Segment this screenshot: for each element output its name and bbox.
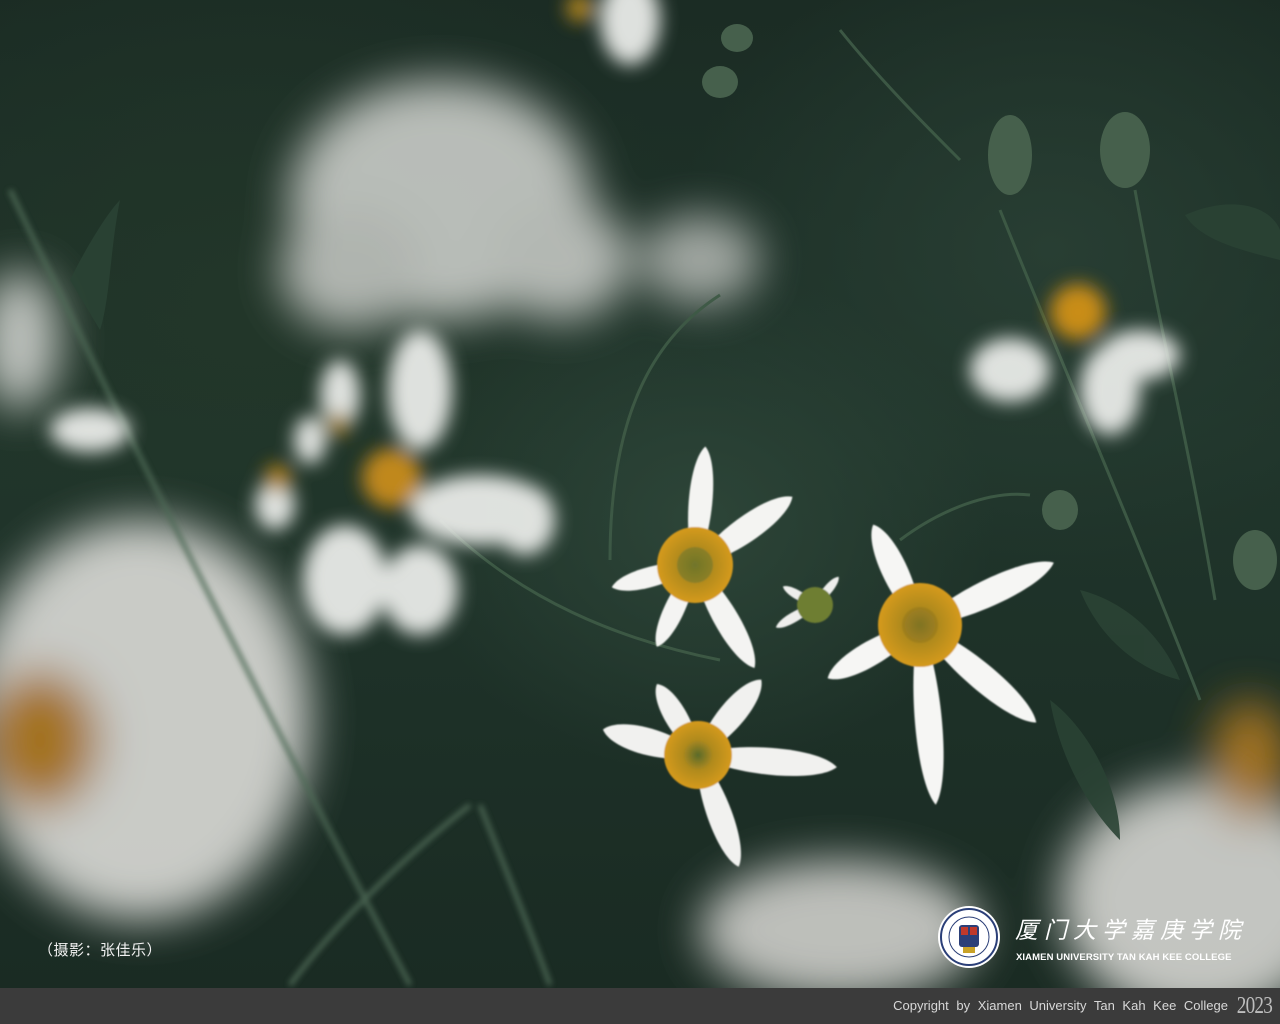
- wallpaper-photo: （摄影：张佳乐） 厦门大学嘉庚学院 XIAMEN UNIVERSITY TAN …: [0, 0, 1280, 988]
- college-brand: 厦门大学嘉庚学院 XIAMEN UNIVERSITY TAN KAH KEE C…: [937, 905, 1247, 969]
- copyright-year: 2023: [1236, 993, 1273, 1019]
- copyright-footer-bar: Copyright by Xiamen University Tan Kah K…: [0, 988, 1280, 1024]
- college-name-chinese: 厦门大学嘉庚学院: [1015, 918, 1247, 944]
- copyright-text: Copyright by Xiamen University Tan Kah K…: [893, 998, 1228, 1013]
- college-seal-icon: [938, 906, 1000, 968]
- photo-credit-caption: （摄影：张佳乐）: [38, 941, 163, 959]
- college-name-english: XIAMEN UNIVERSITY TAN KAH KEE COLLEGE: [1016, 952, 1232, 963]
- white-daisy-flowers-icon: [0, 0, 1280, 988]
